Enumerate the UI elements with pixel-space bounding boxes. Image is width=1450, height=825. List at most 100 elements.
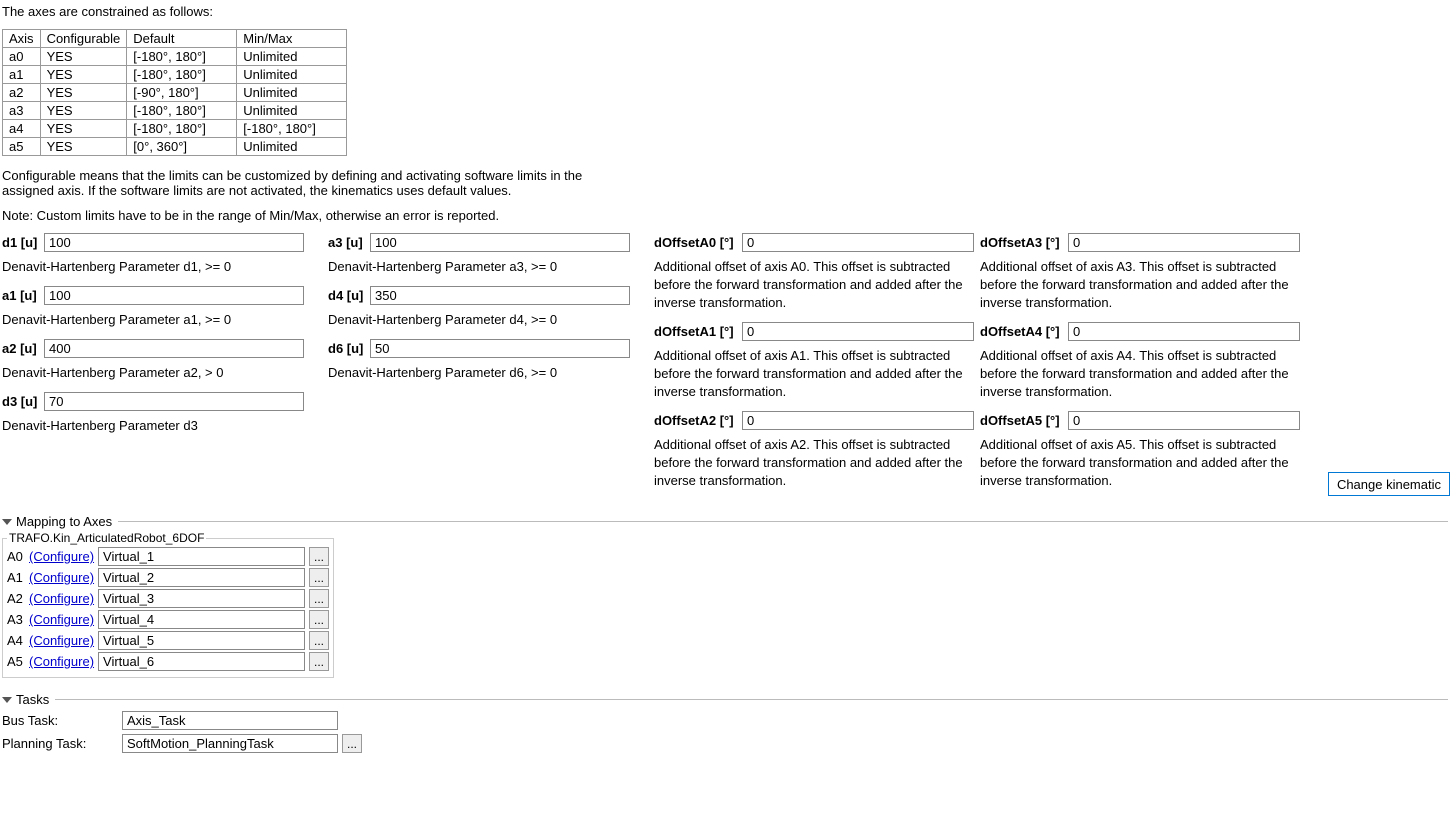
mapping-axis-input[interactable] (98, 547, 305, 566)
table-cell: [-180°, 180°] (127, 120, 237, 138)
desc-d4: Denavit-Hartenberg Parameter d4, >= 0 (328, 311, 638, 329)
section-title-tasks: Tasks (16, 692, 49, 707)
desc-a2: Denavit-Hartenberg Parameter a2, > 0 (2, 364, 312, 382)
table-cell: Unlimited (237, 138, 347, 156)
configure-link[interactable]: (Configure) (29, 633, 94, 648)
table-cell: YES (40, 138, 127, 156)
section-title-mapping: Mapping to Axes (16, 514, 112, 529)
mapping-browse-button[interactable]: ... (309, 547, 329, 566)
collapse-caret-icon[interactable] (2, 519, 12, 525)
input-a3[interactable] (370, 233, 630, 252)
label-d3: d3 [u] (2, 394, 44, 409)
label-planning-task: Planning Task: (2, 736, 122, 751)
table-cell: Unlimited (237, 48, 347, 66)
mapping-browse-button[interactable]: ... (309, 610, 329, 629)
mapping-browse-button[interactable]: ... (309, 631, 329, 650)
input-a1[interactable] (44, 286, 304, 305)
table-cell: YES (40, 120, 127, 138)
label-doffsetA2: dOffsetA2 [°] (654, 413, 742, 428)
configure-link[interactable]: (Configure) (29, 654, 94, 669)
desc-doffsetA5: Additional offset of axis A5. This offse… (980, 436, 1290, 490)
collapse-caret-icon[interactable] (2, 697, 12, 703)
th-minmax: Min/Max (237, 30, 347, 48)
input-d3[interactable] (44, 392, 304, 411)
mapping-browse-button[interactable]: ... (309, 652, 329, 671)
table-cell: YES (40, 48, 127, 66)
mapping-axis-input[interactable] (98, 652, 305, 671)
input-doffsetA2[interactable] (742, 411, 974, 430)
mapping-axis-input[interactable] (98, 631, 305, 650)
input-d4[interactable] (370, 286, 630, 305)
mapping-axis-input[interactable] (98, 610, 305, 629)
mapping-browse-button[interactable]: ... (309, 568, 329, 587)
mapping-browse-button[interactable]: ... (309, 589, 329, 608)
label-a2: a2 [u] (2, 341, 44, 356)
input-doffsetA1[interactable] (742, 322, 974, 341)
configure-link[interactable]: (Configure) (29, 549, 94, 564)
table-row: a3YES[-180°, 180°]Unlimited (3, 102, 347, 120)
table-cell: a4 (3, 120, 41, 138)
label-doffsetA5: dOffsetA5 [°] (980, 413, 1068, 428)
intro-heading: The axes are constrained as follows: (2, 4, 1448, 19)
input-d1[interactable] (44, 233, 304, 252)
mapping-axis-input[interactable] (98, 589, 305, 608)
input-doffsetA0[interactable] (742, 233, 974, 252)
desc-d6: Denavit-Hartenberg Parameter d6, >= 0 (328, 364, 638, 382)
input-doffsetA5[interactable] (1068, 411, 1300, 430)
label-doffsetA0: dOffsetA0 [°] (654, 235, 742, 250)
table-row: a0YES[-180°, 180°]Unlimited (3, 48, 347, 66)
label-doffsetA4: dOffsetA4 [°] (980, 324, 1068, 339)
table-cell: [-180°, 180°] (237, 120, 347, 138)
input-doffsetA4[interactable] (1068, 322, 1300, 341)
table-cell: Unlimited (237, 66, 347, 84)
input-d6[interactable] (370, 339, 630, 358)
desc-d3: Denavit-Hartenberg Parameter d3 (2, 417, 312, 435)
table-cell: Unlimited (237, 84, 347, 102)
input-bus-task[interactable] (122, 711, 338, 730)
th-configurable: Configurable (40, 30, 127, 48)
configure-link[interactable]: (Configure) (29, 612, 94, 627)
mapping-legend: TRAFO.Kin_ArticulatedRobot_6DOF (7, 531, 206, 545)
configure-link[interactable]: (Configure) (29, 570, 94, 585)
th-default: Default (127, 30, 237, 48)
mapping-axis-input[interactable] (98, 568, 305, 587)
mapping-fieldset: TRAFO.Kin_ArticulatedRobot_6DOF A0(Confi… (2, 531, 334, 678)
minmax-note: Note: Custom limits have to be in the ra… (2, 208, 1448, 223)
mapping-axis-label: A3 (7, 612, 29, 627)
section-header-tasks: Tasks (2, 692, 1448, 707)
mapping-row: A5(Configure)... (7, 652, 329, 671)
table-cell: a0 (3, 48, 41, 66)
table-row: a5YES[0°, 360°]Unlimited (3, 138, 347, 156)
mapping-axis-label: A4 (7, 633, 29, 648)
input-planning-task[interactable] (122, 734, 338, 753)
table-cell: [-90°, 180°] (127, 84, 237, 102)
table-cell: YES (40, 84, 127, 102)
table-row: a1YES[-180°, 180°]Unlimited (3, 66, 347, 84)
table-cell: Unlimited (237, 102, 347, 120)
section-header-mapping: Mapping to Axes (2, 514, 1448, 529)
table-cell: [-180°, 180°] (127, 48, 237, 66)
input-doffsetA3[interactable] (1068, 233, 1300, 252)
table-row: a2YES[-90°, 180°]Unlimited (3, 84, 347, 102)
table-cell: [-180°, 180°] (127, 102, 237, 120)
mapping-row: A2(Configure)... (7, 589, 329, 608)
label-d1: d1 [u] (2, 235, 44, 250)
label-d4: d4 [u] (328, 288, 370, 303)
configure-link[interactable]: (Configure) (29, 591, 94, 606)
label-a1: a1 [u] (2, 288, 44, 303)
mapping-axis-label: A1 (7, 570, 29, 585)
label-bus-task: Bus Task: (2, 713, 122, 728)
desc-d1: Denavit-Hartenberg Parameter d1, >= 0 (2, 258, 312, 276)
planning-task-browse-button[interactable]: ... (342, 734, 362, 753)
parameter-grid: d1 [u] Denavit-Hartenberg Parameter d1, … (2, 233, 1448, 500)
change-kinematic-button[interactable]: Change kinematic (1328, 472, 1450, 496)
table-cell: a3 (3, 102, 41, 120)
table-cell: a5 (3, 138, 41, 156)
label-doffsetA3: dOffsetA3 [°] (980, 235, 1068, 250)
mapping-row: A4(Configure)... (7, 631, 329, 650)
desc-a1: Denavit-Hartenberg Parameter a1, >= 0 (2, 311, 312, 329)
input-a2[interactable] (44, 339, 304, 358)
section-divider (118, 521, 1448, 522)
table-cell: YES (40, 66, 127, 84)
label-doffsetA1: dOffsetA1 [°] (654, 324, 742, 339)
